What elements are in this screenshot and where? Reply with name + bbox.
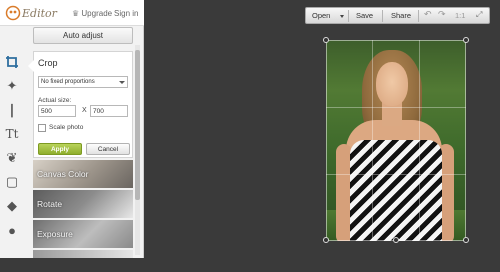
crop-frame[interactable] <box>326 40 466 241</box>
width-input[interactable]: 500 <box>38 105 76 117</box>
height-input[interactable]: 700 <box>90 105 128 117</box>
share-button[interactable]: Share <box>391 11 411 20</box>
logo-icon <box>5 5 21 21</box>
panel-scrollbar[interactable] <box>135 45 140 255</box>
brush-tool[interactable]: ❘ <box>0 99 24 121</box>
text-icon: Tt <box>5 127 19 141</box>
open-chevron-icon <box>340 15 344 18</box>
texture-tool[interactable]: ◆ <box>0 195 24 217</box>
exposure-label: Exposure <box>37 229 73 239</box>
crop-tool[interactable] <box>0 51 24 73</box>
texture-icon: ◆ <box>7 198 17 213</box>
crop-grid-line <box>326 107 466 108</box>
butterfly-tool[interactable]: ❦ <box>0 147 24 169</box>
crop-grid-line <box>326 174 466 175</box>
magic-wand-tool[interactable]: ✦ <box>0 75 24 97</box>
crop-handle-top-right[interactable] <box>463 37 469 43</box>
open-label: Open <box>312 11 331 20</box>
crop-handle-bottom-middle[interactable] <box>393 237 399 243</box>
zoom-button[interactable]: 1:1 <box>455 11 465 20</box>
apple-tool[interactable]: ● <box>0 219 24 241</box>
proportions-select[interactable]: No fixed proportions <box>38 76 128 88</box>
cancel-button[interactable]: Cancel <box>86 143 130 155</box>
toolbar-divider <box>418 10 419 22</box>
save-button[interactable]: Save <box>356 11 373 20</box>
crop-handle-top-left[interactable] <box>323 37 329 43</box>
redo-icon[interactable]: ↷ <box>438 9 446 20</box>
scale-photo-checkbox[interactable] <box>38 124 46 132</box>
undo-icon[interactable]: ↶ <box>424 9 432 20</box>
crop-title: Crop <box>38 58 58 68</box>
scale-photo-label: Scale photo <box>49 124 84 131</box>
crown-icon: ♛ <box>72 9 80 18</box>
canvas-color-label: Canvas Color <box>37 169 89 179</box>
exposure-tile[interactable]: Exposure <box>33 220 133 248</box>
sign-in-link[interactable]: Sign in <box>114 9 138 18</box>
actual-size-label: Actual size: <box>38 97 72 104</box>
panel-header: Editor ♛ Upgrade Sign in <box>0 0 144 26</box>
text-tool[interactable]: Tt <box>0 123 24 145</box>
magic-wand-icon: ✦ <box>6 78 18 93</box>
frame-icon: ▢ <box>5 174 19 189</box>
chevron-down-icon <box>119 81 125 84</box>
canvas-color-tile[interactable]: Canvas Color <box>33 160 133 188</box>
rotate-tile[interactable]: Rotate <box>33 190 133 218</box>
main-toolbar: Open Save Share ↶ ↷ 1:1 ⤢ <box>305 7 490 24</box>
apply-button[interactable]: Apply <box>38 143 82 155</box>
crop-handle-bottom-right[interactable] <box>463 237 469 243</box>
rotate-label: Rotate <box>37 199 63 209</box>
proportions-value: No fixed proportions <box>41 79 95 85</box>
butterfly-icon: ❦ <box>6 150 18 165</box>
toolbar-divider <box>348 10 349 22</box>
crop-grid-line <box>372 40 373 241</box>
auto-adjust-button[interactable]: Auto adjust <box>33 27 133 44</box>
fullscreen-icon[interactable]: ⤢ <box>476 10 482 20</box>
tool-rail: ✦ ❘ Tt ❦ ▢ ◆ ● <box>0 27 24 258</box>
upgrade-label: Upgrade <box>81 9 113 18</box>
size-separator: X <box>82 107 87 114</box>
frame-tool[interactable]: ▢ <box>0 171 24 193</box>
open-menu[interactable]: Open <box>312 11 330 20</box>
apple-icon: ● <box>8 222 16 238</box>
crop-handle-bottom-left[interactable] <box>323 237 329 243</box>
next-tile[interactable] <box>33 250 133 258</box>
photo-canvas[interactable] <box>326 40 466 241</box>
scrollbar-thumb[interactable] <box>135 50 140 200</box>
left-panel: Editor ♛ Upgrade Sign in ✦ ❘ Tt ❦ ▢ ◆ ● … <box>0 0 144 258</box>
crop-panel: Crop No fixed proportions Actual size: 5… <box>28 51 133 158</box>
brush-icon: ❘ <box>6 102 18 117</box>
bottom-strip <box>0 258 500 272</box>
toolbar-divider <box>382 10 383 22</box>
upgrade-link[interactable]: ♛ Upgrade <box>72 9 112 18</box>
logo-text: Editor <box>22 7 57 20</box>
crop-grid-line <box>419 40 420 241</box>
crop-icon <box>6 56 18 68</box>
